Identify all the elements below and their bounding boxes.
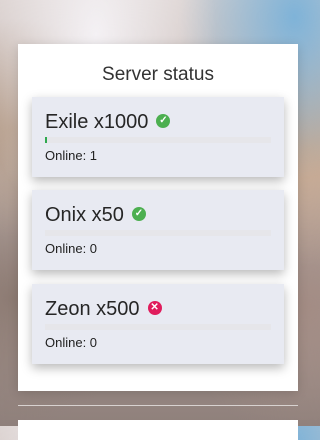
online-count: Online: 0	[45, 241, 98, 256]
online-progress-bar	[45, 137, 271, 143]
server-status-panel: Server status Exile x1000 ✓ Online: 1 Oni…	[18, 44, 298, 391]
server-card-onix: Onix x50 ✓ Online: 0	[32, 190, 284, 270]
page-title: Server status	[102, 64, 214, 85]
check-circle-icon: ✓	[131, 206, 146, 221]
check-circle-icon: ✓	[156, 113, 171, 128]
server-name: Zeon x500 ✕	[45, 298, 162, 321]
online-progress-bar	[45, 324, 271, 330]
online-progress-fill	[45, 137, 47, 143]
divider	[18, 405, 298, 406]
next-panel	[18, 420, 298, 440]
online-progress-bar	[45, 230, 271, 236]
server-name: Exile x1000 ✓	[45, 111, 171, 134]
server-name: Onix x50 ✓	[45, 204, 146, 227]
x-circle-icon: ✕	[147, 300, 162, 315]
online-count: Online: 0	[45, 335, 98, 350]
server-card-exile: Exile x1000 ✓ Online: 1	[32, 97, 284, 177]
server-card-zeon: Zeon x500 ✕ Online: 0	[32, 284, 284, 364]
online-count: Online: 1	[45, 148, 98, 163]
